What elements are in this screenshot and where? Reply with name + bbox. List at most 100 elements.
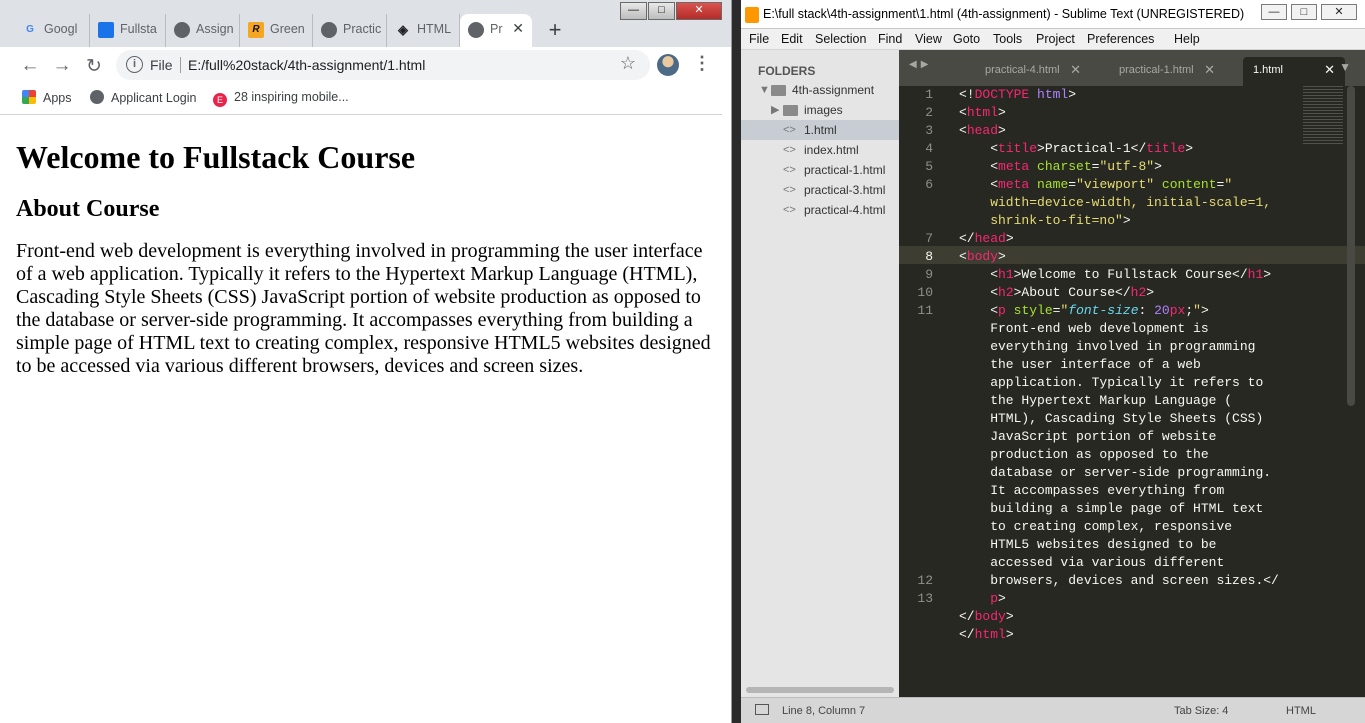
maximize-button[interactable]: □	[648, 2, 675, 20]
tree-file-practical-1[interactable]: <> practical-1.html	[741, 160, 899, 180]
sublime-window: E:\full stack\4th-assignment\1.html (4th…	[741, 0, 1365, 723]
tree-label: practical-4.html	[804, 203, 886, 217]
syntax-mode[interactable]: HTML	[1286, 705, 1316, 717]
line-number: 3	[925, 123, 933, 138]
tab-label: Googl	[44, 22, 78, 36]
browser-toolbar: ← → ↻ i File E:/full%20stack/4th-assignm…	[0, 47, 731, 84]
minimize-button[interactable]: —	[620, 2, 647, 20]
bookmark-label: Applicant Login	[111, 91, 197, 105]
profile-avatar[interactable]	[657, 54, 679, 76]
tree-label: images	[804, 103, 843, 117]
new-tab-button[interactable]: +	[541, 17, 569, 45]
tab-practical[interactable]: Practic	[313, 14, 387, 47]
close-tab-icon[interactable]: ✕	[1070, 57, 1081, 83]
page-paragraph: Front-end web development is everything …	[16, 240, 711, 377]
bookmark-inspiring-mobile[interactable]: E 28 inspiring mobile...	[213, 90, 349, 108]
close-window-button[interactable]: ✕	[676, 2, 722, 20]
minimap[interactable]	[1303, 86, 1343, 144]
folder-icon	[783, 105, 798, 116]
code-line: HTML), Cascading Style Sheets (CSS)	[959, 411, 1264, 426]
tab-fullstack[interactable]: Fullsta	[90, 14, 166, 47]
line-number: 6	[925, 177, 933, 192]
forward-arrow-icon[interactable]: →	[52, 55, 72, 77]
tree-file-practical-4[interactable]: <> practical-4.html	[741, 200, 899, 220]
code-line: <body>	[959, 249, 1006, 264]
tree-file-practical-3[interactable]: <> practical-3.html	[741, 180, 899, 200]
tab-strip: — □ ✕ G Googl Fullsta Assign R Green Pra…	[0, 0, 731, 47]
tab-html[interactable]: ◈ HTML	[387, 14, 460, 47]
tab-assign[interactable]: Assign	[166, 14, 240, 47]
tree-file-1-html[interactable]: <> 1.html	[741, 120, 899, 140]
bookmark-applicant-login[interactable]: Applicant Login	[90, 90, 196, 108]
r-logo-icon: R	[248, 22, 264, 38]
line-number: 9	[925, 267, 933, 282]
code-line: <html>	[959, 105, 1006, 120]
address-bar[interactable]: i File E:/full%20stack/4th-assignment/1.…	[116, 50, 650, 80]
close-tab-icon[interactable]: ✕	[1204, 57, 1215, 83]
tab-1-html[interactable]: 1.html ✕	[1243, 57, 1345, 86]
tab-dropdown-icon[interactable]: ▼	[1339, 60, 1351, 74]
kebab-menu-icon[interactable]: ⋮	[693, 53, 711, 74]
menu-project[interactable]: Project	[1036, 32, 1075, 46]
code-line: <h2>About Course</h2>	[959, 285, 1155, 300]
sidebar-scrollbar[interactable]	[746, 687, 894, 693]
code-file-icon: <>	[783, 204, 796, 216]
page-subheading: About Course	[16, 196, 160, 222]
line-number: 4	[925, 141, 933, 156]
url-text[interactable]: E:/full%20stack/4th-assignment/1.html	[188, 57, 425, 73]
close-tab-icon[interactable]: ✕	[1324, 57, 1335, 83]
menu-tools[interactable]: Tools	[993, 32, 1022, 46]
tab-active[interactable]: Pr ✕	[460, 14, 532, 47]
tab-label: Assign	[196, 22, 234, 36]
editor-titlebar: E:\full stack\4th-assignment\1.html (4th…	[741, 0, 1365, 29]
code-text[interactable]: <!DOCTYPE html> <html> <head> <title>Pra…	[959, 86, 1329, 642]
tab-label: practical-4.html	[985, 64, 1060, 76]
bookmark-star-icon[interactable]: ☆	[620, 53, 636, 74]
window-title: E:\full stack\4th-assignment\1.html (4th…	[763, 7, 1245, 21]
tree-file-index-html[interactable]: <> index.html	[741, 140, 899, 160]
menu-view[interactable]: View	[915, 32, 942, 46]
bookmark-apps[interactable]: Apps	[22, 90, 72, 108]
tree-folder-images[interactable]: ▶ images	[741, 100, 899, 120]
tab-nav-arrows-icon[interactable]: ◀▶	[909, 59, 932, 70]
editor-scrollbar[interactable]	[1347, 86, 1355, 406]
tab-practical-4[interactable]: practical-4.html ✕	[985, 57, 1081, 86]
apps-grid-icon	[22, 90, 36, 104]
reload-icon[interactable]: ↻	[84, 55, 104, 78]
close-tab-icon[interactable]: ✕	[512, 20, 524, 37]
tab-google[interactable]: G Googl	[14, 14, 90, 47]
menu-edit[interactable]: Edit	[781, 32, 803, 46]
menu-file[interactable]: File	[749, 32, 769, 46]
tab-green[interactable]: R Green	[240, 14, 313, 47]
console-toggle-icon[interactable]	[755, 704, 769, 715]
menu-bar: File Edit Selection Find View Goto Tools…	[741, 29, 1365, 50]
back-arrow-icon[interactable]: ←	[20, 55, 40, 77]
line-number: 2	[925, 105, 933, 120]
code-line: <p style="font-size: 20px;">	[959, 303, 1209, 318]
code-line: production as opposed to the	[959, 447, 1209, 462]
editor-tabs-bar: ◀▶ practical-4.html ✕ practical-1.html ✕…	[899, 50, 1365, 86]
close-window-button[interactable]: ✕	[1321, 4, 1357, 20]
maximize-button[interactable]: □	[1291, 4, 1317, 20]
tree-label: 4th-assignment	[792, 83, 875, 97]
tab-practical-1[interactable]: practical-1.html ✕	[1119, 57, 1215, 86]
bookmarks-bar: Apps Applicant Login E 28 inspiring mobil…	[0, 84, 722, 115]
menu-find[interactable]: Find	[878, 32, 902, 46]
e-logo-icon: E	[213, 93, 227, 107]
code-line: width=device-width, initial-scale=1,	[959, 195, 1272, 210]
page-heading: Welcome to Fullstack Course	[16, 139, 416, 175]
tab-size[interactable]: Tab Size: 4	[1174, 705, 1228, 717]
menu-goto[interactable]: Goto	[953, 32, 980, 46]
codepen-icon: ◈	[398, 22, 408, 37]
cursor-position[interactable]: Line 8, Column 7	[782, 705, 865, 717]
minimize-button[interactable]: —	[1261, 4, 1287, 20]
menu-help[interactable]: Help	[1174, 32, 1200, 46]
code-line: <meta charset="utf-8">	[959, 159, 1162, 174]
info-icon[interactable]: i	[126, 56, 143, 73]
tab-label: Green	[270, 22, 305, 36]
tree-folder-4th-assignment[interactable]: ▼ 4th-assignment	[741, 80, 899, 100]
menu-selection[interactable]: Selection	[815, 32, 866, 46]
code-line: the user interface of a web	[959, 357, 1201, 372]
code-line: the Hypertext Markup Language (	[959, 393, 1233, 408]
menu-preferences[interactable]: Preferences	[1087, 32, 1154, 46]
